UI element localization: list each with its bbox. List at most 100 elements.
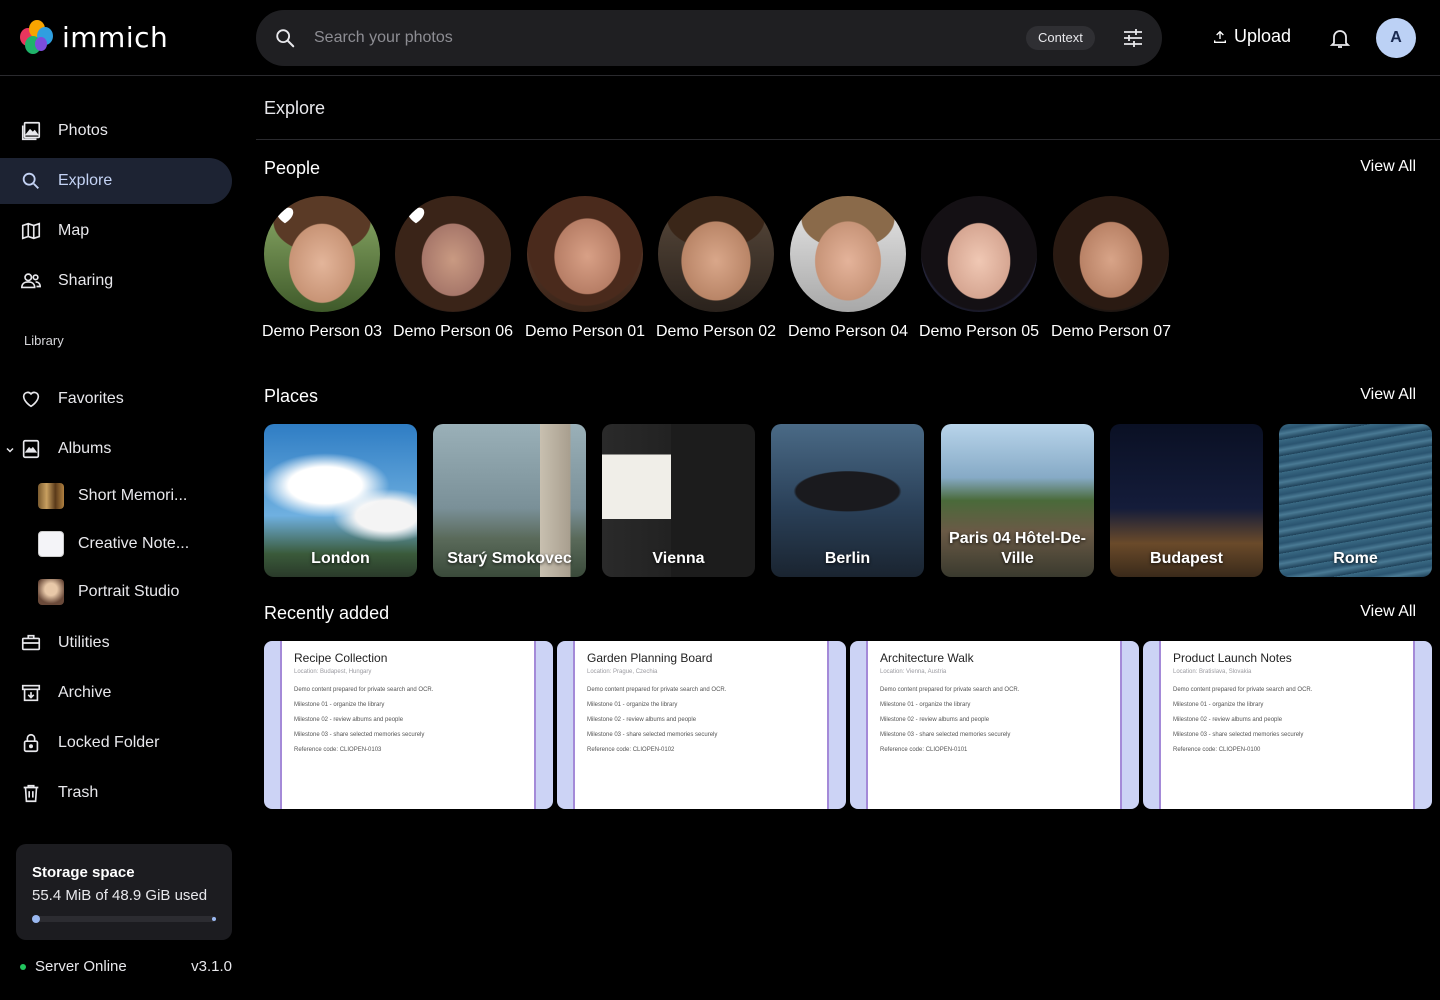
upload-label: Upload bbox=[1234, 26, 1292, 46]
place-card[interactable]: Starý Smokovec bbox=[433, 424, 586, 577]
document-line: Milestone 01 - organize the library bbox=[294, 702, 385, 708]
sidebar-item-trash[interactable]: Trash bbox=[0, 770, 232, 816]
sidebar-item-archive[interactable]: Archive bbox=[0, 670, 232, 716]
top-bar: immich Context Upload A bbox=[0, 0, 1440, 76]
document-preview: Recipe Collection Location: Budapest, Hu… bbox=[280, 641, 536, 809]
document-preview: Architecture Walk Location: Vienna, Aust… bbox=[866, 641, 1122, 809]
sidebar-item-utilities[interactable]: Utilities bbox=[0, 620, 232, 666]
person-card[interactable]: Demo Person 04 bbox=[783, 196, 913, 342]
person-name: Demo Person 03 bbox=[261, 323, 383, 340]
document-preview: Garden Planning Board Location: Prague, … bbox=[573, 641, 829, 809]
notifications-bell-icon[interactable] bbox=[1328, 26, 1352, 50]
storage-progress-end bbox=[212, 917, 216, 921]
storage-panel: Storage space 55.4 MiB of 48.9 GiB used bbox=[16, 844, 232, 940]
storage-progress-bar bbox=[32, 915, 216, 923]
place-card[interactable]: Rome bbox=[1279, 424, 1432, 577]
search-input[interactable] bbox=[314, 24, 914, 52]
album-label: Portrait Studio bbox=[78, 583, 180, 600]
document-reference-code: Reference code: CLIOPEN-0102 bbox=[587, 747, 675, 753]
person-card[interactable]: Demo Person 06 bbox=[388, 196, 518, 342]
sidebar-item-albums[interactable]: Albums bbox=[0, 426, 232, 472]
sidebar-item-favorites[interactable]: Favorites bbox=[0, 376, 232, 422]
album-thumbnail bbox=[38, 483, 64, 509]
sidebar-album-creative-notes[interactable]: Creative Note... bbox=[38, 531, 189, 557]
album-label: Short Memori... bbox=[78, 487, 188, 504]
people-view-all-link[interactable]: View All bbox=[1360, 158, 1416, 176]
search-icon[interactable] bbox=[274, 27, 296, 49]
person-name: Demo Person 06 bbox=[392, 323, 514, 340]
person-photo bbox=[527, 196, 643, 312]
sidebar-item-locked-folder[interactable]: Locked Folder bbox=[0, 720, 232, 766]
sidebar-item-label: Map bbox=[58, 222, 90, 239]
user-avatar[interactable]: A bbox=[1376, 18, 1416, 58]
sidebar-item-sharing[interactable]: Sharing bbox=[0, 258, 232, 304]
albums-icon bbox=[22, 439, 40, 459]
document-location: Location: Budapest, Hungary bbox=[294, 669, 372, 675]
person-card[interactable]: Demo Person 07 bbox=[1046, 196, 1176, 342]
lock-icon bbox=[23, 733, 39, 753]
place-card[interactable]: Vienna bbox=[602, 424, 755, 577]
search-icon bbox=[22, 172, 39, 189]
favorite-heart-icon bbox=[276, 207, 294, 224]
photos-icon bbox=[21, 121, 41, 141]
document-title: Architecture Walk bbox=[880, 651, 974, 665]
recent-view-all-link[interactable]: View All bbox=[1360, 603, 1416, 621]
person-card[interactable]: Demo Person 02 bbox=[651, 196, 781, 342]
places-view-all-link[interactable]: View All bbox=[1360, 386, 1416, 404]
document-location: Location: Vienna, Austria bbox=[880, 669, 947, 675]
document-title: Product Launch Notes bbox=[1173, 651, 1292, 665]
people-section-title: People bbox=[264, 158, 321, 178]
context-toggle-button[interactable]: Context bbox=[1026, 26, 1095, 50]
document-reference-code: Reference code: CLIOPEN-0100 bbox=[1173, 747, 1261, 753]
sidebar-album-short-memories[interactable]: Short Memori... bbox=[38, 483, 187, 509]
recent-asset-card[interactable]: Garden Planning Board Location: Prague, … bbox=[557, 641, 846, 809]
person-card[interactable]: Demo Person 05 bbox=[914, 196, 1044, 342]
place-name: Vienna bbox=[652, 550, 705, 567]
document-line: Milestone 01 - organize the library bbox=[587, 702, 678, 708]
map-icon bbox=[21, 222, 41, 240]
document-line: Milestone 03 - share selected memories s… bbox=[294, 732, 425, 738]
document-preview: Product Launch Notes Location: Bratislav… bbox=[1159, 641, 1415, 809]
heart-icon bbox=[22, 391, 40, 408]
place-card[interactable]: Budapest bbox=[1110, 424, 1263, 577]
server-version[interactable]: v3.1.0 bbox=[191, 958, 232, 975]
server-status-text: Server Online bbox=[35, 958, 127, 975]
upload-button[interactable]: Upload bbox=[1212, 26, 1291, 47]
recent-asset-card[interactable]: Product Launch Notes Location: Bratislav… bbox=[1143, 641, 1432, 809]
sidebar-item-explore[interactable]: Explore bbox=[0, 158, 232, 204]
recently-added-section-title: Recently added bbox=[264, 603, 390, 623]
person-photo bbox=[395, 196, 511, 312]
sidebar-item-label: Explore bbox=[58, 172, 113, 189]
storage-usage-text: 55.4 MiB of 48.9 GiB used bbox=[32, 887, 208, 904]
sidebar-album-portrait-studio[interactable]: Portrait Studio bbox=[38, 579, 179, 605]
sidebar-item-label: Utilities bbox=[58, 634, 110, 651]
document-location: Location: Prague, Czechia bbox=[587, 669, 658, 675]
person-card[interactable]: Demo Person 01 bbox=[520, 196, 650, 342]
place-card[interactable]: Berlin bbox=[771, 424, 924, 577]
document-line: Milestone 02 - review albums and people bbox=[880, 717, 990, 723]
person-name: Demo Person 05 bbox=[918, 323, 1040, 340]
sidebar-item-label: Locked Folder bbox=[58, 734, 160, 751]
sidebar-item-photos[interactable]: Photos bbox=[0, 108, 232, 154]
storage-title: Storage space bbox=[32, 864, 135, 881]
search-options-icon[interactable] bbox=[1121, 26, 1145, 50]
person-name: Demo Person 02 bbox=[655, 323, 777, 340]
sidebar-item-map[interactable]: Map bbox=[0, 208, 232, 254]
recent-asset-card[interactable]: Architecture Walk Location: Vienna, Aust… bbox=[850, 641, 1139, 809]
person-card[interactable]: Demo Person 03 bbox=[257, 196, 387, 342]
place-name: Starý Smokovec bbox=[447, 550, 572, 567]
trash-icon bbox=[23, 784, 39, 803]
upload-icon bbox=[1214, 30, 1226, 43]
app-name: immich bbox=[62, 20, 169, 54]
place-card[interactable]: Paris 04 Hôtel-De-Ville bbox=[941, 424, 1094, 577]
place-card[interactable]: London bbox=[264, 424, 417, 577]
document-location: Location: Bratislava, Slovakia bbox=[1173, 669, 1252, 675]
people-icon bbox=[21, 273, 41, 289]
page-title: Explore bbox=[264, 98, 326, 118]
document-line: Demo content prepared for private search… bbox=[880, 687, 1020, 693]
toolbox-icon bbox=[21, 634, 41, 651]
person-photo bbox=[790, 196, 906, 312]
search-bar[interactable]: Context bbox=[256, 10, 1162, 66]
app-logo[interactable]: immich bbox=[20, 20, 168, 54]
recent-asset-card[interactable]: Recipe Collection Location: Budapest, Hu… bbox=[264, 641, 553, 809]
